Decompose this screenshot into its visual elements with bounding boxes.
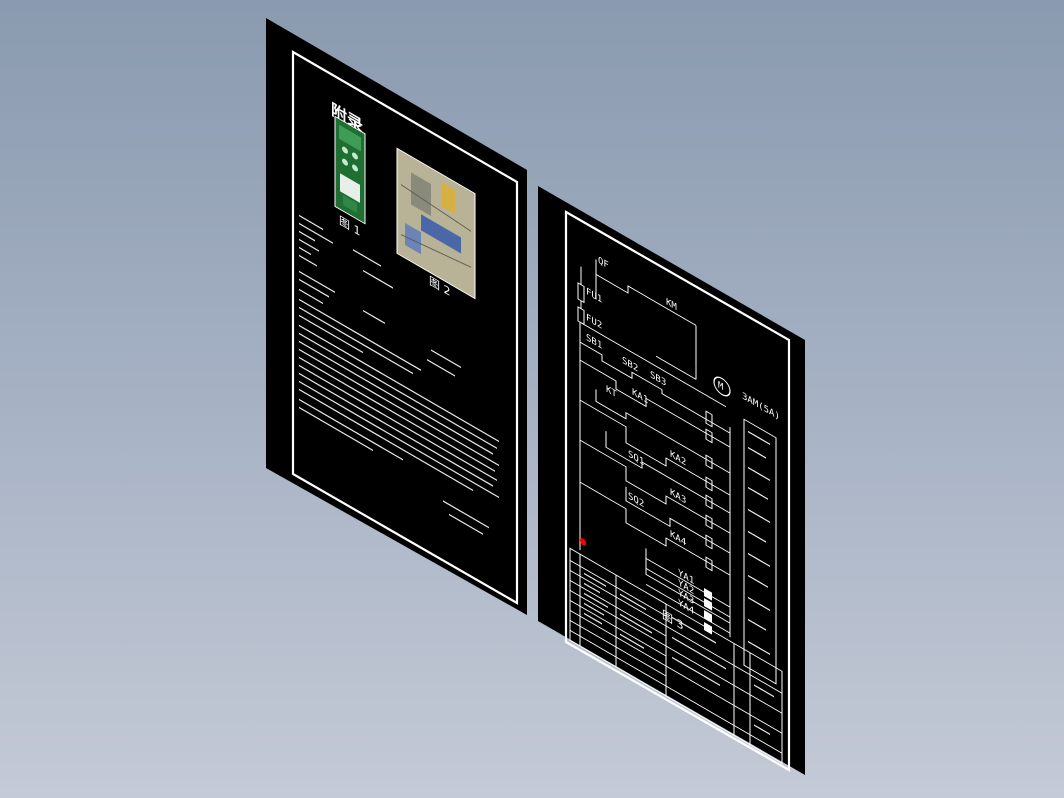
left-sheet-background: [266, 18, 527, 615]
right-sheet-background: [538, 186, 805, 775]
left-drawing-sheet: 附录 图 1 图 2: [266, 18, 527, 615]
cad-isometric-drawing: 附录 图 1 图 2 M 3AM(5A) QF FU1 FU2 KM SB1 S…: [266, 18, 805, 775]
figure-1-image: [334, 115, 366, 225]
right-drawing-sheet: M 3AM(5A) QF FU1 FU2 KM SB1 SB2 SB3 KA1 …: [538, 186, 805, 775]
